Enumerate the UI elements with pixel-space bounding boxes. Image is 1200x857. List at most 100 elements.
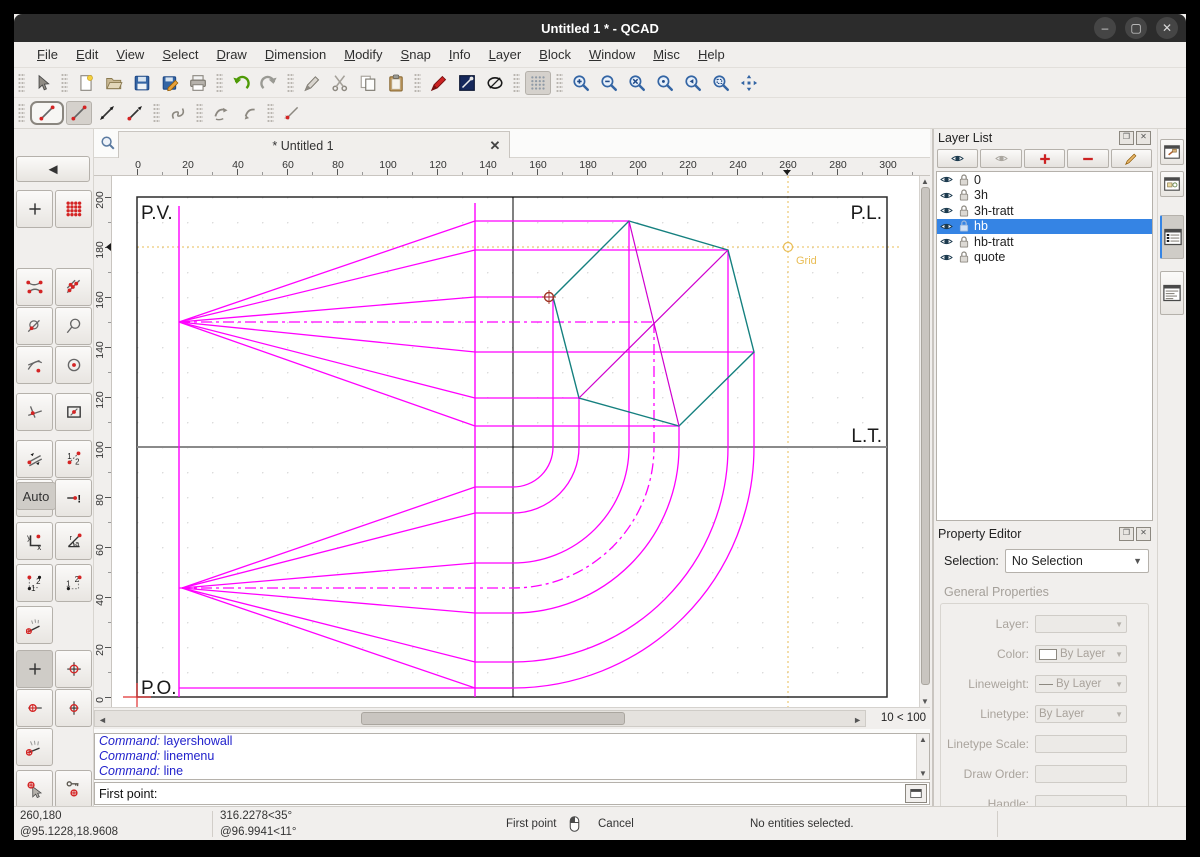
close-button[interactable]: ✕: [1156, 17, 1178, 39]
snap-grid-button[interactable]: [55, 190, 92, 228]
save-document-button[interactable]: [129, 71, 155, 95]
polyline-reverse-button[interactable]: [208, 101, 234, 125]
snap-cursor-button[interactable]: [16, 770, 53, 808]
grid-toggle-button[interactable]: [525, 71, 551, 95]
layer-row-hb[interactable]: hb: [937, 219, 1152, 235]
minimize-button[interactable]: –: [1094, 17, 1116, 39]
snap-distance-12-button[interactable]: 21: [55, 440, 92, 478]
toolbar-drag-handle[interactable]: [513, 73, 520, 93]
line-arrow-both-button[interactable]: [94, 101, 120, 125]
cut-button[interactable]: [327, 71, 353, 95]
menu-modify[interactable]: Modify: [335, 44, 391, 65]
scroll-down-icon[interactable]: ▼: [920, 697, 930, 706]
layer-row-3h-tratt[interactable]: 3h-tratt: [937, 203, 1152, 219]
vertical-scroll-thumb[interactable]: [921, 187, 930, 685]
show-all-layers-button[interactable]: [937, 149, 978, 168]
freehand-line-button[interactable]: [165, 101, 191, 125]
line-two-points-button[interactable]: [66, 101, 92, 125]
layer-row-0[interactable]: 0: [937, 172, 1152, 188]
back-button[interactable]: ◄: [16, 156, 90, 182]
print-button[interactable]: [185, 71, 211, 95]
snap-tangent-button[interactable]: [16, 346, 53, 384]
command-input[interactable]: [157, 782, 905, 805]
snap-intersection-button[interactable]: [16, 307, 53, 345]
library-browser-panel-toggle-button[interactable]: [1160, 171, 1184, 197]
layer-row-3h[interactable]: 3h: [937, 188, 1152, 204]
menu-help[interactable]: Help: [689, 44, 734, 65]
drawing-canvas[interactable]: GridP.V.P.L.L.T.P.O. ▲ ▼: [112, 176, 930, 707]
maximize-button[interactable]: ▢: [1125, 17, 1147, 39]
restrict-off-button[interactable]: [16, 650, 53, 688]
menu-select[interactable]: Select: [153, 44, 207, 65]
menu-window[interactable]: Window: [580, 44, 644, 65]
command-history-scrollbar[interactable]: ▲ ▼: [916, 734, 929, 779]
close-panel-icon[interactable]: ✕: [1136, 131, 1151, 145]
zoom-one-button[interactable]: [652, 71, 678, 95]
horizontal-scrollbar[interactable]: ◄ ►: [94, 710, 866, 727]
menu-file[interactable]: File: [28, 44, 67, 65]
scroll-down-icon[interactable]: ▼: [917, 769, 929, 778]
scroll-left-icon[interactable]: ◄: [98, 715, 107, 725]
remove-layer-button[interactable]: [1067, 149, 1108, 168]
line-arrow-end-button[interactable]: [122, 101, 148, 125]
construction-ray-button[interactable]: [279, 101, 305, 125]
menu-block[interactable]: Block: [530, 44, 580, 65]
coordinate-cartesian-button[interactable]: yx: [16, 522, 53, 560]
property-input[interactable]: [1035, 735, 1127, 753]
add-layer-button[interactable]: [1024, 149, 1065, 168]
selection-pointer-button[interactable]: [30, 71, 56, 95]
pen-edit-button[interactable]: [299, 71, 325, 95]
toolbar-drag-handle[interactable]: [556, 73, 563, 93]
layer-list-panel-toggle-button[interactable]: [1160, 215, 1184, 259]
relative-cartesian-button[interactable]: 21: [16, 564, 53, 602]
snap-free-button[interactable]: [16, 190, 53, 228]
hide-all-layers-button[interactable]: [980, 149, 1021, 168]
vertical-scrollbar[interactable]: ▲ ▼: [919, 176, 930, 707]
command-widget-toggle-icon[interactable]: [905, 784, 927, 803]
toolbar-drag-handle[interactable]: [61, 73, 68, 93]
title-bar[interactable]: Untitled 1 * - QCAD – ▢ ✕: [14, 14, 1186, 42]
copy-button[interactable]: [355, 71, 381, 95]
restrict-vertical-button[interactable]: [55, 689, 92, 727]
property-dropdown[interactable]: ▼: [1035, 615, 1127, 633]
toolbar-drag-handle[interactable]: [18, 73, 25, 93]
menu-info[interactable]: Info: [440, 44, 480, 65]
pan-button[interactable]: [736, 71, 762, 95]
scroll-up-icon[interactable]: ▲: [917, 735, 929, 744]
restrict-angle-button[interactable]: [16, 728, 53, 766]
restrict-orthogonal-button[interactable]: [55, 650, 92, 688]
toolbar-drag-handle[interactable]: [216, 73, 223, 93]
redo-button[interactable]: [256, 71, 282, 95]
property-dropdown[interactable]: By Layer▼: [1035, 675, 1127, 693]
toolbar-drag-handle[interactable]: [18, 103, 25, 123]
snap-center-button[interactable]: [55, 346, 92, 384]
scroll-up-icon[interactable]: ▲: [920, 177, 930, 186]
snap-endpoints-button[interactable]: [16, 268, 53, 306]
block-list-panel-toggle-button[interactable]: [1160, 139, 1184, 165]
line-tool-current-button[interactable]: [30, 101, 64, 125]
tab-close-icon[interactable]: ✕: [487, 138, 503, 154]
snap-parallel-button[interactable]: [16, 440, 53, 478]
close-panel-icon[interactable]: ✕: [1136, 527, 1151, 541]
command-history[interactable]: Command: layershowallCommand: linemenuCo…: [94, 733, 930, 780]
property-painter-button[interactable]: [426, 71, 452, 95]
property-dropdown[interactable]: By Layer▼: [1035, 645, 1127, 663]
auto-zoom-button[interactable]: [624, 71, 650, 95]
layer-row-quote[interactable]: quote: [937, 250, 1152, 266]
menu-misc[interactable]: Misc: [644, 44, 689, 65]
layer-row-hb-tratt[interactable]: hb-tratt: [937, 234, 1152, 250]
toolbar-drag-handle[interactable]: [267, 103, 274, 123]
drawing-preferences-button[interactable]: [454, 71, 480, 95]
snap-reference-button[interactable]: [55, 307, 92, 345]
menu-layer[interactable]: Layer: [480, 44, 531, 65]
toolbar-drag-handle[interactable]: [153, 103, 160, 123]
scroll-right-icon[interactable]: ►: [853, 715, 862, 725]
snap-polar-ortho-button[interactable]: [16, 606, 53, 644]
snap-on-entity-button[interactable]: [55, 268, 92, 306]
polyline-trim-button[interactable]: [236, 101, 262, 125]
snap-perpendicular-button[interactable]: [16, 393, 53, 431]
float-panel-icon[interactable]: ❐: [1119, 131, 1134, 145]
toolbar-drag-handle[interactable]: [287, 73, 294, 93]
zoom-window-button[interactable]: [708, 71, 734, 95]
selection-combobox[interactable]: No Selection ▼: [1005, 549, 1149, 573]
